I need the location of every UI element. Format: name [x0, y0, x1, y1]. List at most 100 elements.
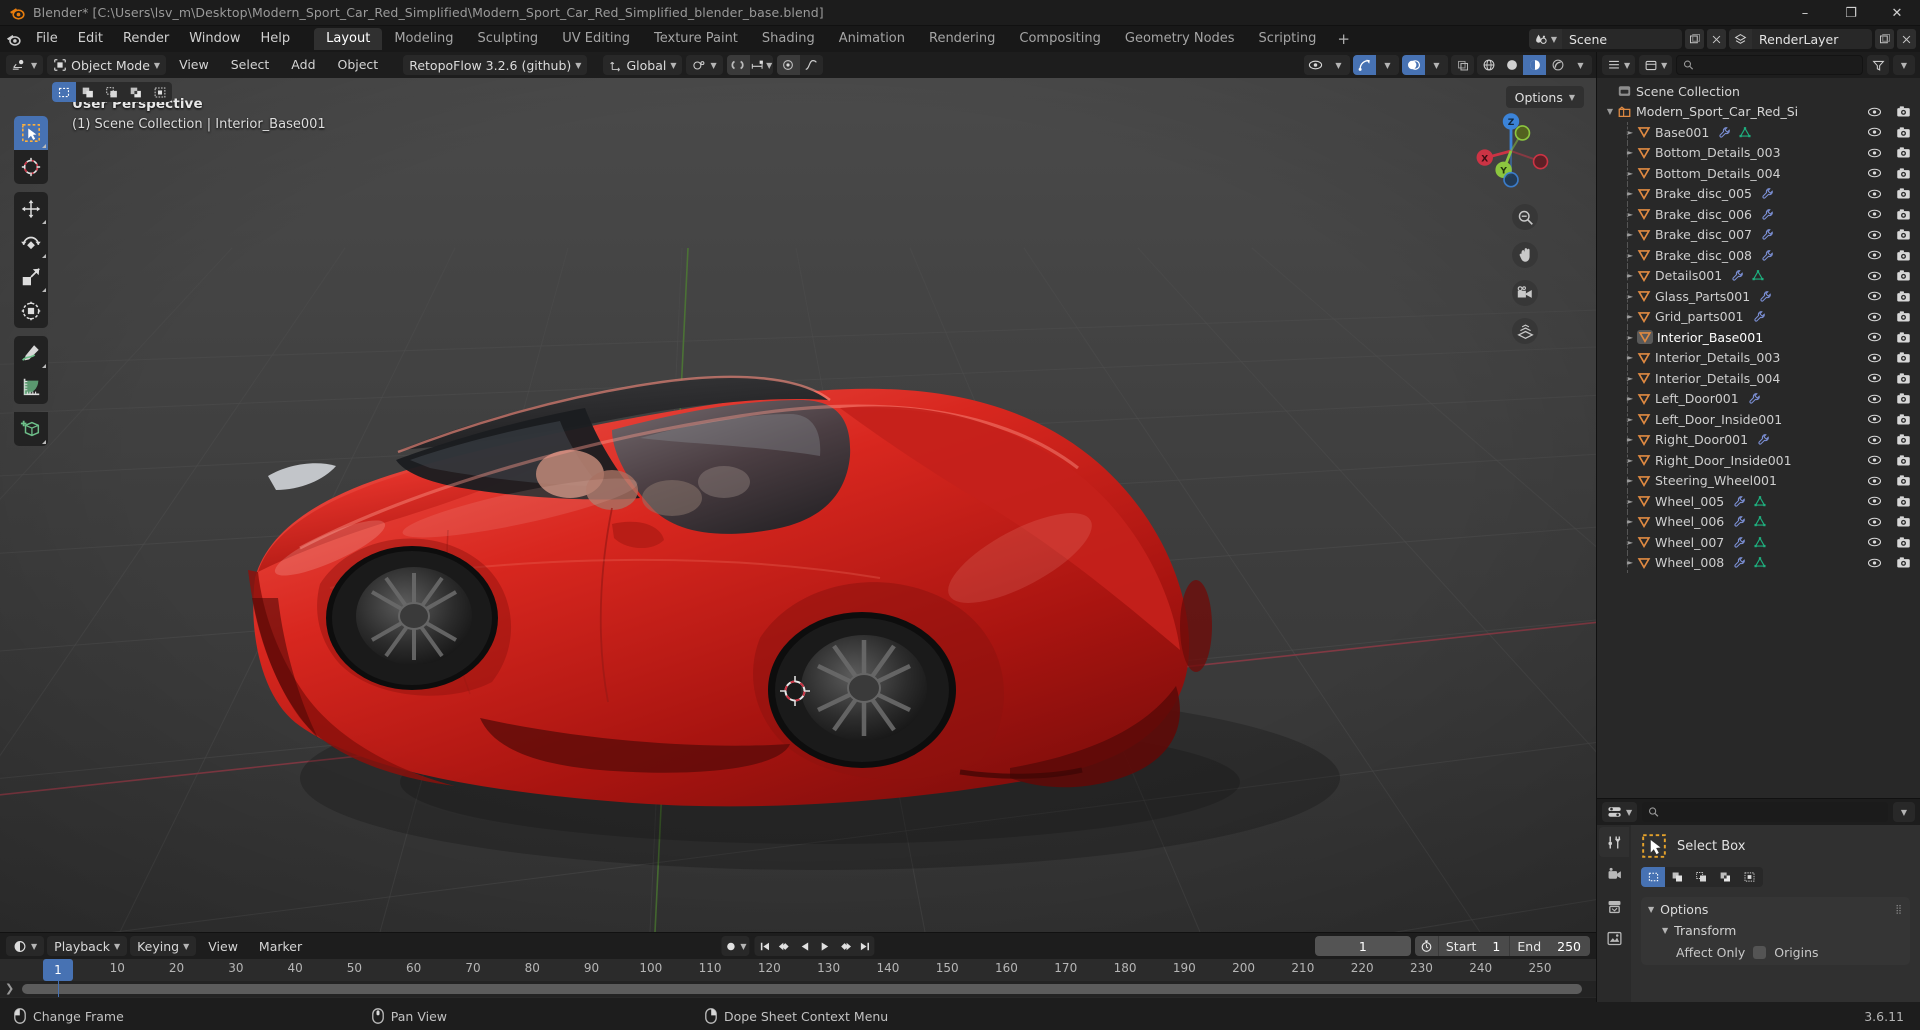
disable-in-renders-icon[interactable]	[1896, 372, 1911, 385]
outliner-row[interactable]: ► Base001	[1597, 122, 1920, 143]
viewport-menu-add[interactable]: Add	[282, 55, 324, 75]
outliner-search-input[interactable]	[1676, 55, 1863, 75]
expand-triangle-icon[interactable]: ►	[1623, 538, 1637, 547]
visibility-dropdown[interactable]: ▼	[1327, 55, 1350, 75]
outliner-row[interactable]: ► Wheel_007	[1597, 532, 1920, 553]
disable-in-renders-icon[interactable]	[1896, 556, 1911, 569]
scene-selector[interactable]: ▼ Scene	[1528, 29, 1682, 49]
current-frame-field[interactable]: 1	[1314, 936, 1411, 956]
disable-in-renders-icon[interactable]	[1896, 474, 1911, 487]
navigation-gizmo[interactable]: Z X Y	[1470, 110, 1552, 192]
hide-in-viewport-icon[interactable]	[1867, 454, 1882, 466]
record-icon[interactable]	[724, 940, 737, 953]
expand-triangle-icon[interactable]: ►	[1623, 251, 1637, 260]
properties-editor-type-button[interactable]: ▼	[1602, 802, 1638, 822]
outliner-row[interactable]: ► Brake_disc_005	[1597, 183, 1920, 204]
new-view-layer-button[interactable]	[1875, 29, 1894, 49]
hide-in-viewport-icon[interactable]	[1867, 557, 1882, 569]
object-visibility-toggle[interactable]	[1304, 55, 1327, 75]
modifier-wrench-icon[interactable]	[1761, 228, 1774, 241]
mesh-data-icon[interactable]	[1753, 515, 1767, 528]
proportional-falloff-selector[interactable]	[799, 55, 823, 75]
snap-magnet-toggle[interactable]	[726, 55, 750, 75]
new-scene-button[interactable]	[1685, 29, 1704, 49]
snap-to-selector[interactable]: ▼	[749, 55, 773, 75]
tab-geometry-nodes[interactable]: Geometry Nodes	[1113, 28, 1247, 50]
modifier-wrench-icon[interactable]	[1718, 126, 1731, 139]
tab-sculpting[interactable]: Sculpting	[465, 28, 550, 50]
disable-in-renders-icon[interactable]	[1896, 433, 1911, 446]
menu-render[interactable]: Render	[113, 28, 179, 50]
disable-in-renders-icon[interactable]	[1896, 187, 1911, 200]
outliner-row[interactable]: ► Bottom_Details_003	[1597, 142, 1920, 163]
select-mode-intersect[interactable]	[1737, 867, 1761, 887]
disable-in-renders-icon[interactable]	[1896, 146, 1911, 159]
delete-view-layer-button[interactable]	[1897, 29, 1916, 49]
jump-to-next-keyframe-button[interactable]	[835, 936, 855, 956]
timeline-ruler[interactable]: 1 10 20 30 40 50 60 70 80 90 100 110 120 130 140 150 160…	[0, 959, 1596, 981]
expand-triangle-icon[interactable]: ▼	[1603, 107, 1617, 116]
select-extend-button[interactable]	[76, 82, 100, 102]
hide-in-viewport-icon[interactable]	[1867, 413, 1882, 425]
pan-view-button[interactable]	[1512, 242, 1538, 268]
outliner-row[interactable]: ► Grid_parts001	[1597, 306, 1920, 327]
tool-add-cube[interactable]	[14, 412, 48, 446]
outliner-row[interactable]: ► Interior_Base001	[1597, 327, 1920, 348]
transform-orientation-selector[interactable]: Global ▼	[603, 55, 683, 75]
disable-in-renders-icon[interactable]	[1896, 208, 1911, 221]
outliner-row[interactable]: ► Right_Door_Inside001	[1597, 450, 1920, 471]
modifier-wrench-icon[interactable]	[1731, 269, 1744, 282]
properties-tab-output[interactable]	[1599, 891, 1629, 921]
tab-compositing[interactable]: Compositing	[1007, 28, 1113, 50]
retopoflow-dropdown[interactable]: RetopoFlow 3.2.6 (github) ▼	[403, 55, 588, 75]
tab-layout[interactable]: Layout	[314, 28, 383, 50]
select-mode-subtract[interactable]	[1689, 867, 1713, 887]
hide-in-viewport-icon[interactable]	[1867, 147, 1882, 159]
expand-triangle-icon[interactable]: ►	[1623, 476, 1637, 485]
add-workspace-button[interactable]: +	[1328, 28, 1359, 50]
viewport-menu-object[interactable]: Object	[329, 55, 388, 75]
toggle-orthographic-button[interactable]	[1512, 318, 1538, 344]
tool-annotate[interactable]	[14, 336, 48, 370]
hide-in-viewport-icon[interactable]	[1867, 495, 1882, 507]
hide-in-viewport-icon[interactable]	[1867, 393, 1882, 405]
panel-drag-handle[interactable]: ⣿	[1895, 905, 1903, 915]
outliner-row[interactable]: ► Bottom_Details_004	[1597, 163, 1920, 184]
properties-tab-tool[interactable]	[1599, 827, 1629, 857]
shading-dropdown[interactable]: ▼	[1569, 55, 1592, 75]
disable-in-renders-icon[interactable]	[1896, 454, 1911, 467]
outliner-row[interactable]: ► Left_Door001	[1597, 388, 1920, 409]
outliner-row[interactable]: ► Brake_disc_008	[1597, 245, 1920, 266]
select-mode-set[interactable]	[1641, 867, 1665, 887]
properties-tab-view-layer[interactable]	[1599, 923, 1629, 953]
material-preview-button[interactable]	[1523, 55, 1546, 75]
viewport-menu-view[interactable]: View	[170, 55, 218, 75]
disable-in-renders-icon[interactable]	[1896, 331, 1911, 344]
timeline-playback-menu[interactable]: Playback ▼	[47, 936, 128, 956]
expand-triangle-icon[interactable]: ►	[1623, 292, 1637, 301]
select-mode-invert[interactable]	[1713, 867, 1737, 887]
tool-scale[interactable]	[14, 260, 48, 294]
origins-checkbox[interactable]	[1753, 946, 1767, 959]
hide-in-viewport-icon[interactable]	[1867, 249, 1882, 261]
hide-in-viewport-icon[interactable]	[1867, 311, 1882, 323]
maximize-button[interactable]: ❐	[1828, 0, 1874, 26]
expand-triangle-icon[interactable]: ►	[1623, 353, 1637, 362]
rendered-shading-button[interactable]	[1546, 55, 1569, 75]
wireframe-shading-button[interactable]	[1477, 55, 1500, 75]
disable-in-renders-icon[interactable]	[1896, 515, 1911, 528]
tool-cursor[interactable]	[14, 150, 48, 184]
hide-in-viewport-icon[interactable]	[1867, 126, 1882, 138]
disable-in-renders-icon[interactable]	[1896, 290, 1911, 303]
viewport-options-button[interactable]: Options ▼	[1505, 86, 1584, 108]
modifier-wrench-icon[interactable]	[1757, 433, 1770, 446]
outliner-search-field[interactable]	[1699, 58, 1856, 72]
tab-modeling[interactable]: Modeling	[382, 28, 465, 50]
hide-in-viewport-icon[interactable]	[1867, 536, 1882, 548]
menu-file[interactable]: File	[26, 28, 68, 50]
hide-in-viewport-icon[interactable]	[1867, 516, 1882, 528]
hide-in-viewport-icon[interactable]	[1867, 188, 1882, 200]
jump-to-end-button[interactable]	[855, 936, 875, 956]
hide-in-viewport-icon[interactable]	[1867, 167, 1882, 179]
expand-triangle-icon[interactable]: ►	[1623, 333, 1637, 342]
